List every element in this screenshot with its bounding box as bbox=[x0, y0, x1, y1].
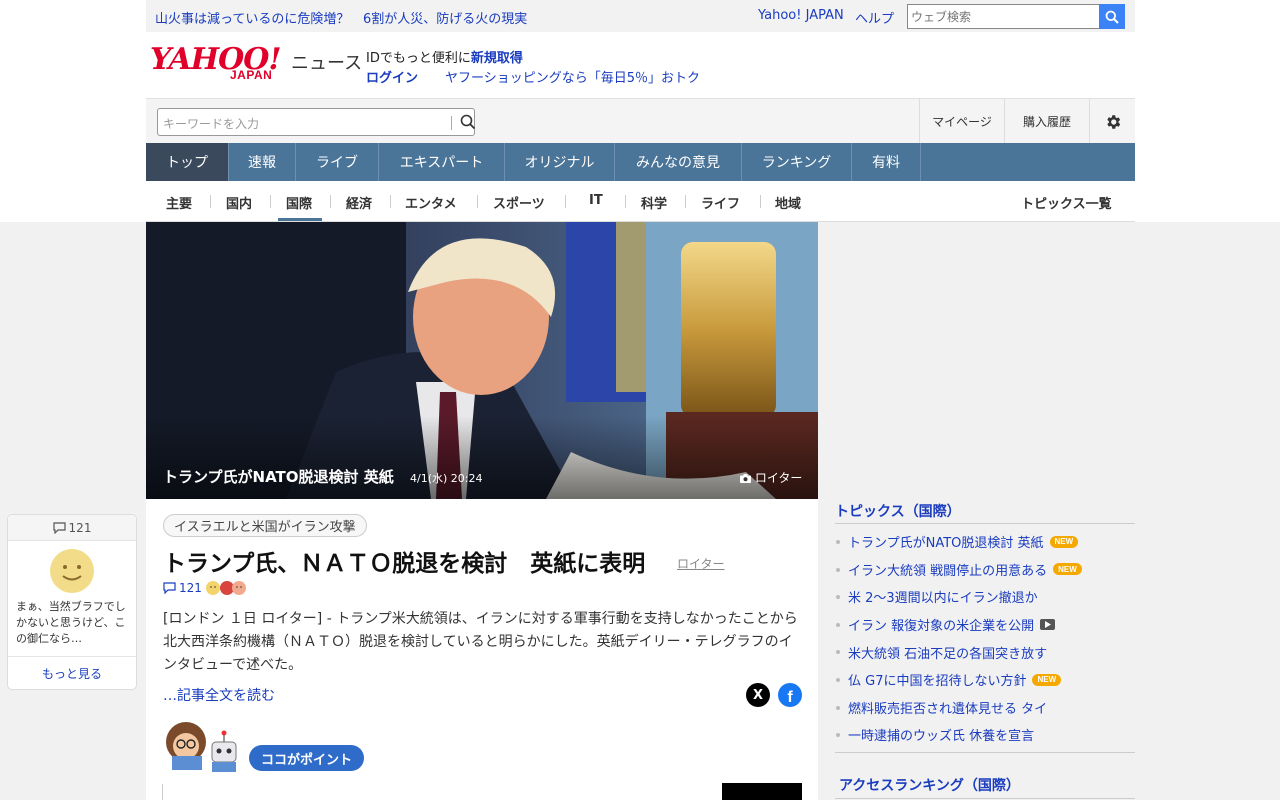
embedded-media[interactable] bbox=[722, 783, 802, 800]
mypage-link[interactable]: マイページ bbox=[919, 99, 1004, 144]
web-search-button[interactable] bbox=[1099, 4, 1125, 29]
yahoo-japan-link[interactable]: Yahoo! JAPAN bbox=[758, 8, 844, 23]
topic-item[interactable]: 米大統領 石油不足の各国突き放す bbox=[835, 638, 1135, 666]
comment-icon bbox=[163, 582, 176, 594]
reaction-emoji-icon bbox=[205, 581, 246, 595]
purchase-history-link[interactable]: 購入履歴 bbox=[1004, 99, 1089, 144]
article-comment-count[interactable]: 121 bbox=[163, 580, 247, 596]
subnav-region[interactable]: 地域 bbox=[775, 193, 801, 212]
point-mascot-illustration bbox=[166, 722, 237, 772]
topics-section-title[interactable]: トピックス（国際） bbox=[835, 498, 1135, 524]
topic-item[interactable]: イラン 報復対象の米企業を公開 bbox=[835, 611, 1135, 639]
topic-item[interactable]: イラン大統領 戦闘停止の用意ある NEW bbox=[835, 556, 1135, 584]
keyword-search-input[interactable]: キーワードを入力 bbox=[157, 108, 476, 136]
comment-icon bbox=[52, 521, 66, 534]
hero-caption[interactable]: トランプ氏がNATO脱退検討 英紙 bbox=[163, 466, 394, 487]
video-icon bbox=[1040, 619, 1056, 631]
nav-tab-live[interactable]: ライブ bbox=[296, 143, 379, 181]
topic-item[interactable]: 米 2～3週間以内にイラン撤退か bbox=[835, 583, 1135, 611]
camera-icon bbox=[740, 474, 751, 483]
nav-tab-opinions[interactable]: みんなの意見 bbox=[615, 143, 742, 181]
nav-tab-breaking[interactable]: 速報 bbox=[229, 143, 296, 181]
user-avatar-smiley-icon bbox=[50, 549, 94, 593]
share-facebook-button[interactable]: f bbox=[778, 683, 802, 707]
news-section-label[interactable]: ニュース bbox=[291, 49, 362, 75]
search-icon bbox=[1105, 10, 1119, 24]
article-source[interactable]: ロイター bbox=[677, 555, 725, 572]
hero-photo-illustration bbox=[146, 222, 818, 499]
nav-tab-top[interactable]: トップ bbox=[146, 143, 229, 181]
hero-date: 4/1(水) 20:24 bbox=[410, 472, 483, 485]
read-full-article-link[interactable]: …記事全文を読む bbox=[163, 685, 275, 705]
subnav-main[interactable]: 主要 bbox=[166, 193, 192, 212]
subnav-life[interactable]: ライフ bbox=[701, 193, 740, 212]
main-nav: トップ 速報 ライブ エキスパート オリジナル みんなの意見 ランキング 有料 bbox=[146, 143, 1135, 181]
gear-icon bbox=[1106, 114, 1120, 129]
article-summary: [ロンドン １日 ロイター] - トランプ米大統領は、イランに対する軍事行動を支… bbox=[163, 611, 798, 673]
help-link[interactable]: ヘルプ bbox=[855, 8, 894, 27]
search-row: キーワードを入力 マイページ 購入履歴 bbox=[146, 98, 1135, 144]
category-subnav: 主要 国内 国際 経済 エンタメ スポーツ IT 科学 ライフ 地域 トピックス… bbox=[146, 181, 1135, 222]
nav-tab-original[interactable]: オリジナル bbox=[505, 143, 615, 181]
floating-comment-card[interactable]: 121 まぁ、当然ブラフでしかないと思うけど、この御仁なら… もっと見る bbox=[7, 514, 137, 690]
comment-card-text: まぁ、当然ブラフでしかないと思うけど、この御仁なら… bbox=[16, 600, 126, 645]
topic-item[interactable]: トランプ氏がNATO脱退検討 英紙 NEW bbox=[835, 528, 1135, 556]
settings-button[interactable] bbox=[1089, 99, 1135, 144]
promo-link-human-cause[interactable]: 6割が人災、防げる火の現実 bbox=[363, 8, 527, 27]
subnav-active-indicator bbox=[278, 218, 322, 221]
new-badge: NEW bbox=[1053, 563, 1082, 576]
signup-link[interactable]: 新規取得 bbox=[471, 51, 523, 66]
facebook-icon: f bbox=[787, 689, 793, 706]
topic-tag[interactable]: イスラエルと米国がイラン攻撃 bbox=[163, 514, 367, 537]
new-badge: NEW bbox=[1032, 673, 1062, 686]
topic-item[interactable]: 一時逮捕のウッズ氏 休養を宣言 bbox=[835, 721, 1135, 749]
photo-credit: ロイター bbox=[740, 469, 802, 486]
yahoo-logo[interactable]: YAHOO! JAPAN bbox=[150, 44, 286, 84]
comment-card-more-link[interactable]: もっと見る bbox=[8, 656, 136, 690]
x-icon: X bbox=[752, 687, 764, 703]
nav-tab-expert[interactable]: エキスパート bbox=[379, 143, 505, 181]
topics-all-link[interactable]: トピックス一覧 bbox=[1021, 193, 1112, 212]
login-link[interactable]: ログイン bbox=[366, 67, 418, 86]
hero-photo[interactable]: トランプ氏がNATO脱退検討 英紙 4/1(水) 20:24 ロイター bbox=[146, 222, 818, 499]
subnav-domestic[interactable]: 国内 bbox=[226, 193, 252, 212]
web-search-input[interactable] bbox=[907, 4, 1100, 29]
point-badge[interactable]: ココがポイント bbox=[249, 745, 365, 771]
search-icon[interactable] bbox=[460, 114, 476, 130]
sidebar-topics: トピックス（国際） トランプ氏がNATO脱退検討 英紙 NEW イラン大統領 戦闘… bbox=[835, 498, 1135, 749]
subnav-it[interactable]: IT bbox=[589, 193, 603, 208]
access-ranking-title[interactable]: アクセスランキング（国際） bbox=[839, 775, 1020, 795]
share-x-button[interactable]: X bbox=[746, 683, 770, 707]
comment-card-count[interactable]: 121 bbox=[8, 515, 136, 541]
article-headline: トランプ氏、ＮＡＴＯ脱退を検討 英紙に表明 bbox=[163, 551, 646, 577]
subnav-science[interactable]: 科学 bbox=[641, 193, 667, 212]
subnav-economy[interactable]: 経済 bbox=[346, 193, 372, 212]
subnav-sports[interactable]: スポーツ bbox=[493, 193, 545, 212]
topic-item[interactable]: 仏 G7に中国を招待しない方針 NEW bbox=[835, 666, 1135, 694]
shopping-promo-link[interactable]: ヤフーショッピングなら「毎日5％」おトク bbox=[445, 67, 700, 86]
promo-link-wildfire[interactable]: 山火事は減っているのに危険増？ bbox=[155, 8, 349, 27]
subnav-international[interactable]: 国際 bbox=[286, 193, 312, 212]
topic-item[interactable]: 燃料販売拒否され遺体見せる タイ bbox=[835, 694, 1135, 722]
new-badge: NEW bbox=[1049, 535, 1079, 548]
subnav-entertainment[interactable]: エンタメ bbox=[405, 193, 457, 212]
article-main: トランプ氏がNATO脱退検討 英紙 4/1(水) 20:24 ロイター イスラエ… bbox=[146, 222, 818, 800]
nav-tab-paid[interactable]: 有料 bbox=[852, 143, 921, 181]
topics-list: トランプ氏がNATO脱退検討 英紙 NEW イラン大統領 戦闘停止の用意ある NEW… bbox=[835, 528, 1135, 749]
id-promo: IDでもっと便利に新規取得 bbox=[366, 51, 523, 66]
nav-tab-ranking[interactable]: ランキング bbox=[742, 143, 852, 181]
